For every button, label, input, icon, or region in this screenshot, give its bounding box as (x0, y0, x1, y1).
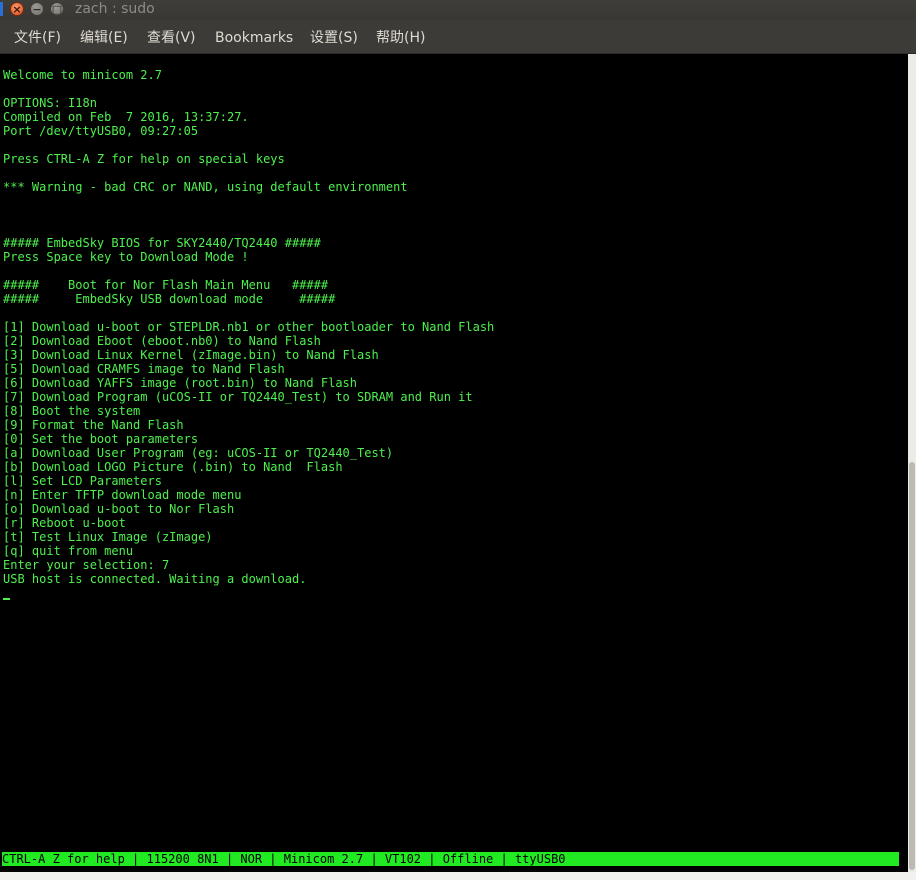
window-titlebar[interactable]: × − □ zach : sudo (0, 0, 916, 20)
menu-file[interactable]: 文件(F) (14, 29, 61, 47)
terminal-line: [r] Reboot u-boot (3, 516, 126, 530)
terminal-line: [l] Set LCD Parameters (3, 474, 162, 488)
window-title: zach : sudo (75, 1, 155, 17)
minicom-status-bar: CTRL-A Z for help | 115200 8N1 | NOR | M… (2, 852, 899, 866)
terminal-line: ##### EmbedSky USB download mode ##### (3, 292, 336, 306)
scrollbar-thumb[interactable] (909, 462, 915, 870)
terminal-line: [o] Download u-boot to Nor Flash (3, 502, 235, 516)
terminal-line: Enter your selection: 7 (3, 558, 170, 572)
terminal-line: Press Space key to Download Mode ! (3, 250, 249, 264)
terminal-output: Welcome to minicom 2.7 OPTIONS: I18n Compi… (3, 68, 494, 586)
terminal-line: [1] Download u-boot or STEPLDR.nb1 or ot… (3, 320, 495, 334)
terminal-line: [b] Download LOGO Picture (.bin) to Nand… (3, 460, 343, 474)
terminal-line: Press CTRL-A Z for help on special keys (3, 152, 285, 166)
terminal-line: Compiled on Feb 7 2016, 13:37:27. (3, 110, 249, 124)
terminal-line: [8] Boot the system (3, 404, 141, 418)
window-bottom-edge (0, 872, 916, 880)
terminal-line: ##### Boot for Nor Flash Main Menu ##### (3, 278, 329, 292)
menu-bar: 文件(F) 编辑(E) 查看(V) Bookmarks 设置(S) 帮助(H) (0, 20, 916, 54)
terminal-line: *** Warning - bad CRC or NAND, using def… (3, 180, 408, 194)
menu-edit[interactable]: 编辑(E) (80, 29, 128, 47)
terminal-line: [6] Download YAFFS image (root.bin) to N… (3, 376, 358, 390)
maximize-icon[interactable]: □ (50, 2, 64, 16)
terminal-line: [q] quit from menu (3, 544, 134, 558)
menu-view[interactable]: 查看(V) (147, 29, 196, 47)
terminal-line: [9] Format the Nand Flash (3, 418, 184, 432)
terminal-line: Welcome to minicom 2.7 (3, 68, 162, 82)
terminal-line: USB host is connected. Waiting a downloa… (3, 572, 307, 586)
menu-bookmarks[interactable]: Bookmarks (215, 29, 293, 47)
close-icon[interactable]: × (10, 2, 24, 16)
adjacent-window-edge (0, 2, 3, 16)
terminal-line: OPTIONS: I18n (3, 96, 97, 110)
menu-help[interactable]: 帮助(H) (376, 29, 425, 47)
terminal-line: Port /dev/ttyUSB0, 09:27:05 (3, 124, 199, 138)
terminal-scrollbar[interactable] (908, 54, 916, 872)
terminal-area[interactable]: Welcome to minicom 2.7 OPTIONS: I18n Compi… (0, 54, 908, 872)
terminal-line: [n] Enter TFTP download mode menu (3, 488, 242, 502)
terminal-line: ##### EmbedSky BIOS for SKY2440/TQ2440 #… (3, 236, 321, 250)
terminal-line: [7] Download Program (uCOS-II or TQ2440_… (3, 390, 473, 404)
terminal-line: [3] Download Linux Kernel (zImage.bin) t… (3, 348, 379, 362)
terminal-line: [t] Test Linux Image (zImage) (3, 530, 213, 544)
terminal-cursor (3, 598, 10, 600)
terminal-line: [0] Set the boot parameters (3, 432, 199, 446)
terminal-line: [a] Download User Program (eg: uCOS-II o… (3, 446, 394, 460)
menu-settings[interactable]: 设置(S) (310, 29, 358, 47)
minimize-icon[interactable]: − (30, 2, 44, 16)
terminal-line: [5] Download CRAMFS image to Nand Flash (3, 362, 285, 376)
terminal-line: [2] Download Eboot (eboot.nb0) to Nand F… (3, 334, 321, 348)
